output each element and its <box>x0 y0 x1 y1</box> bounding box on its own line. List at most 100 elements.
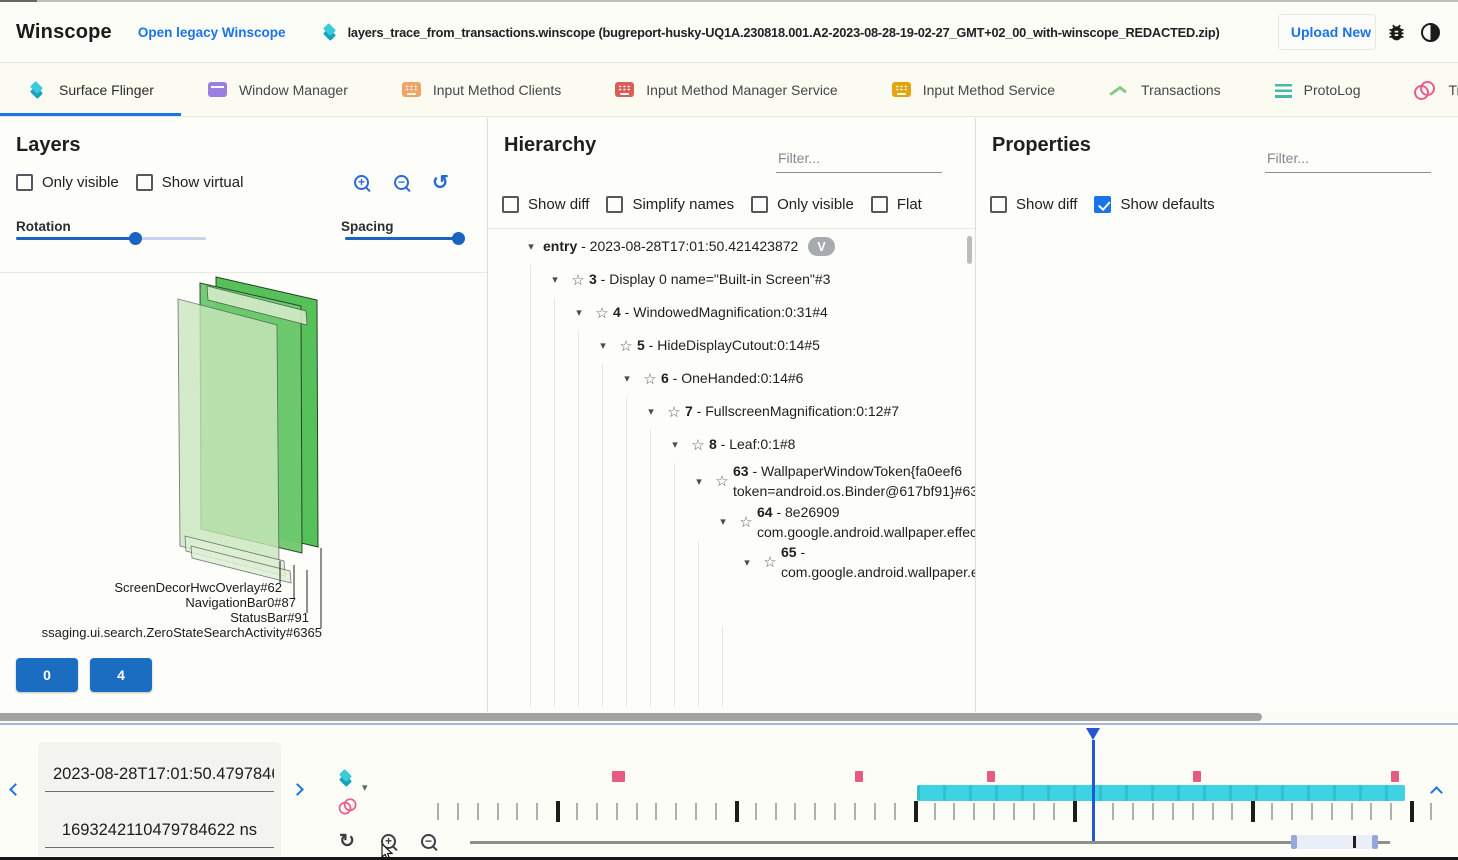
horizontal-scrollbar[interactable] <box>0 712 1458 722</box>
horizontal-scrollbar-thumb[interactable] <box>0 713 1262 721</box>
zoom-in-button[interactable]: + <box>352 173 372 193</box>
layers-option-checkbox[interactable]: Show virtual <box>136 174 244 191</box>
checkbox-icon[interactable] <box>136 174 153 191</box>
star-icon[interactable]: ☆ <box>591 304 613 322</box>
transition-marker[interactable] <box>855 771 863 782</box>
rotation-slider-thumb[interactable] <box>129 232 142 245</box>
dark-mode-toggle[interactable] <box>1416 18 1444 46</box>
star-icon[interactable]: ☆ <box>711 472 733 490</box>
datetime-input[interactable]: 2023-08-28T17:01:50.4797846 <box>45 742 274 792</box>
hierarchy-option-checkbox[interactable]: Show diff <box>502 196 589 213</box>
trace-tab-label: Input Method Service <box>923 82 1055 98</box>
timeline-tick <box>735 801 739 822</box>
star-icon[interactable]: ☆ <box>663 403 685 421</box>
star-icon[interactable]: ☆ <box>615 337 637 355</box>
tree-node[interactable]: ▾ ☆ 63 - WallpaperWindowToken{fa0eef6 to… <box>488 461 975 502</box>
tree-node[interactable]: ▾ ☆ 6 - OneHanded:0:14#6 <box>488 362 975 395</box>
checkbox-icon[interactable] <box>751 196 768 213</box>
zoom-out-button[interactable]: − <box>392 173 412 193</box>
timeline-selection-range[interactable] <box>1297 835 1372 849</box>
checkbox-icon[interactable] <box>1094 196 1111 213</box>
display-button[interactable]: 0 <box>16 658 78 692</box>
spacing-slider-thumb[interactable] <box>452 232 465 245</box>
trace-tab[interactable]: Transactions <box>1082 63 1248 116</box>
trace-tab[interactable]: Input Method Clients <box>375 63 588 116</box>
transition-marker[interactable] <box>1193 771 1201 782</box>
tree-node[interactable]: ▾ ☆ 65 - com.google.android.wallpaper.ef… <box>488 542 975 583</box>
hierarchy-filter-input[interactable] <box>776 148 942 173</box>
caret-down-icon[interactable]: ▾ <box>639 405 663 418</box>
checkbox-icon[interactable] <box>502 196 519 213</box>
checkbox-label: Show diff <box>1016 196 1077 213</box>
trace-tab[interactable]: Window Manager <box>181 63 375 116</box>
timeline-cursor-head[interactable] <box>1086 728 1100 740</box>
tree-node[interactable]: ▾ ☆ 3 - Display 0 name="Built-in Screen"… <box>488 263 975 296</box>
star-icon[interactable]: ☆ <box>687 436 709 454</box>
rotation-slider[interactable] <box>16 232 206 245</box>
properties-option-checkbox[interactable]: Show diff <box>990 196 1077 213</box>
checkbox-label: Simplify names <box>632 196 734 213</box>
hierarchy-scrollbar[interactable] <box>967 236 972 264</box>
caret-down-icon[interactable]: ▾ <box>735 556 759 569</box>
range-handle-left[interactable] <box>1291 835 1297 849</box>
hierarchy-option-checkbox[interactable]: Simplify names <box>606 196 734 213</box>
display-button[interactable]: 4 <box>90 658 152 692</box>
caret-down-icon[interactable]: ▾ <box>591 339 615 352</box>
transition-trace-icon[interactable] <box>339 798 358 813</box>
layers-trace-icon[interactable] <box>336 768 356 788</box>
tree-node-text: 6 - OneHanded:0:14#6 <box>661 368 803 388</box>
timeline-tick <box>1390 803 1392 820</box>
checkbox-icon[interactable] <box>16 174 33 191</box>
transition-marker[interactable] <box>987 771 995 782</box>
caret-down-icon[interactable]: ▾ <box>615 372 639 385</box>
hierarchy-option-checkbox[interactable]: Only visible <box>751 196 854 213</box>
star-icon[interactable]: ☆ <box>567 271 589 289</box>
trace-tab[interactable]: ProtoLog <box>1248 63 1388 116</box>
report-bug-button[interactable] <box>1382 18 1410 46</box>
timeline-tick <box>636 803 638 820</box>
trace-tab[interactable]: Tra <box>1387 63 1458 116</box>
star-icon[interactable]: ☆ <box>639 370 661 388</box>
trace-select-caret-icon[interactable]: ▾ <box>362 781 368 794</box>
star-icon[interactable]: ☆ <box>735 513 757 531</box>
trace-tab[interactable]: Surface Flinger <box>0 63 181 116</box>
properties-option-checkbox[interactable]: Show defaults <box>1094 196 1214 213</box>
tree-node[interactable]: ▾ ☆ 7 - FullscreenMagnification:0:12#7 <box>488 395 975 428</box>
caret-down-icon[interactable]: ▾ <box>543 273 567 286</box>
spacing-slider[interactable] <box>345 232 465 245</box>
trace-active-band[interactable] <box>917 785 1405 801</box>
transition-marker[interactable] <box>612 771 625 782</box>
transition-marker[interactable] <box>1391 771 1399 782</box>
timeline-cursor-line[interactable] <box>1092 740 1095 843</box>
contrast-icon <box>1421 23 1440 42</box>
hierarchy-option-checkbox[interactable]: Flat <box>871 196 922 213</box>
checkbox-icon[interactable] <box>871 196 888 213</box>
nanoseconds-input[interactable]: 1693242110479784622 ns <box>45 798 274 848</box>
checkbox-icon[interactable] <box>606 196 623 213</box>
properties-filter-input[interactable] <box>1265 148 1431 173</box>
checkbox-icon[interactable] <box>990 196 1007 213</box>
tree-node[interactable]: ▾ ☆ entry - 2023-08-28T17:01:50.42142387… <box>488 230 975 263</box>
caret-down-icon[interactable]: ▾ <box>711 515 735 528</box>
caret-down-icon[interactable]: ▾ <box>567 306 591 319</box>
open-legacy-link[interactable]: Open legacy Winscope <box>138 25 286 40</box>
caret-down-icon[interactable]: ▾ <box>687 475 711 488</box>
tree-node[interactable]: ▾ ☆ 64 - 8e26909 com.google.android.wall… <box>488 502 975 543</box>
upload-new-button[interactable]: Upload New <box>1278 14 1376 50</box>
timeline-tick <box>1192 803 1194 820</box>
tree-node[interactable]: ▾ ☆ 8 - Leaf:0:1#8 <box>488 428 975 461</box>
tree-node[interactable]: ▾ ☆ 4 - WindowedMagnification:0:31#4 <box>488 296 975 329</box>
tree-node[interactable]: ▾ ☆ 5 - HideDisplayCutout:0:14#5 <box>488 329 975 362</box>
timeline-zoom-out-button[interactable]: − <box>419 832 439 852</box>
star-icon[interactable]: ☆ <box>759 553 781 571</box>
trace-tab[interactable]: Input Method Manager Service <box>588 63 864 116</box>
caret-down-icon[interactable]: ▾ <box>519 240 543 253</box>
timeline-refresh-button[interactable]: ↻ <box>339 832 355 851</box>
layers-option-checkbox[interactable]: Only visible <box>16 174 119 191</box>
reset-view-button[interactable]: ↺ <box>432 173 449 193</box>
trace-tab[interactable]: Input Method Service <box>865 63 1082 116</box>
range-handle-right[interactable] <box>1372 835 1378 849</box>
timeline-mini-scrollbar[interactable] <box>470 841 1390 844</box>
caret-down-icon[interactable]: ▾ <box>663 438 687 451</box>
tree-node-text: 3 - Display 0 name="Built-in Screen"#3 <box>589 269 830 289</box>
